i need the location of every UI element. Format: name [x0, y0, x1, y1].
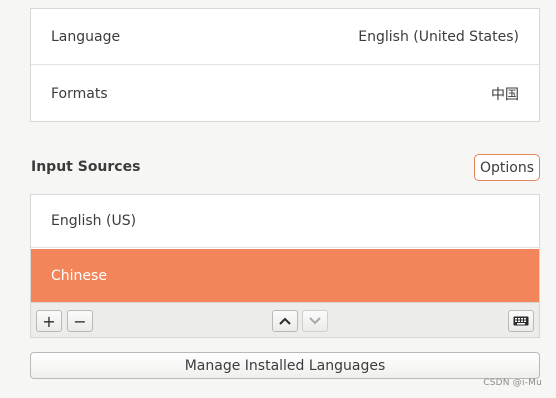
keyboard-layout-button[interactable]: [508, 310, 534, 332]
formats-value: 中国: [491, 87, 519, 103]
list-item-chinese[interactable]: Chinese: [31, 249, 539, 302]
add-input-source-button[interactable]: +: [36, 310, 62, 332]
watermark: CSDN @i-Mu: [483, 378, 542, 388]
formats-row[interactable]: Formats 中国: [31, 66, 539, 122]
move-down-button[interactable]: [302, 310, 328, 332]
remove-input-source-button[interactable]: −: [67, 310, 93, 332]
language-row[interactable]: Language English (United States): [31, 9, 539, 65]
language-formats-card: Language English (United States) Formats…: [30, 8, 540, 122]
input-sources-list: English (US) Chinese + −: [30, 194, 540, 338]
list-item-label: Chinese: [51, 267, 107, 284]
manage-installed-languages-button[interactable]: Manage Installed Languages: [30, 352, 540, 379]
options-button[interactable]: Options: [474, 154, 540, 181]
minus-icon: −: [73, 311, 87, 331]
keyboard-icon: [513, 316, 529, 326]
region-language-panel: Language English (United States) Formats…: [0, 0, 556, 398]
chevron-down-icon: [309, 317, 321, 325]
input-sources-title: Input Sources: [31, 159, 141, 175]
plus-icon: +: [42, 311, 56, 331]
input-sources-toolbar: + −: [31, 302, 539, 337]
language-value: English (United States): [358, 28, 519, 45]
language-label: Language: [51, 28, 121, 45]
chevron-up-icon: [279, 317, 291, 325]
list-item-english-us[interactable]: English (US): [31, 195, 539, 248]
formats-label: Formats: [51, 86, 108, 102]
move-up-button[interactable]: [272, 310, 298, 332]
list-item-label: English (US): [51, 213, 137, 229]
